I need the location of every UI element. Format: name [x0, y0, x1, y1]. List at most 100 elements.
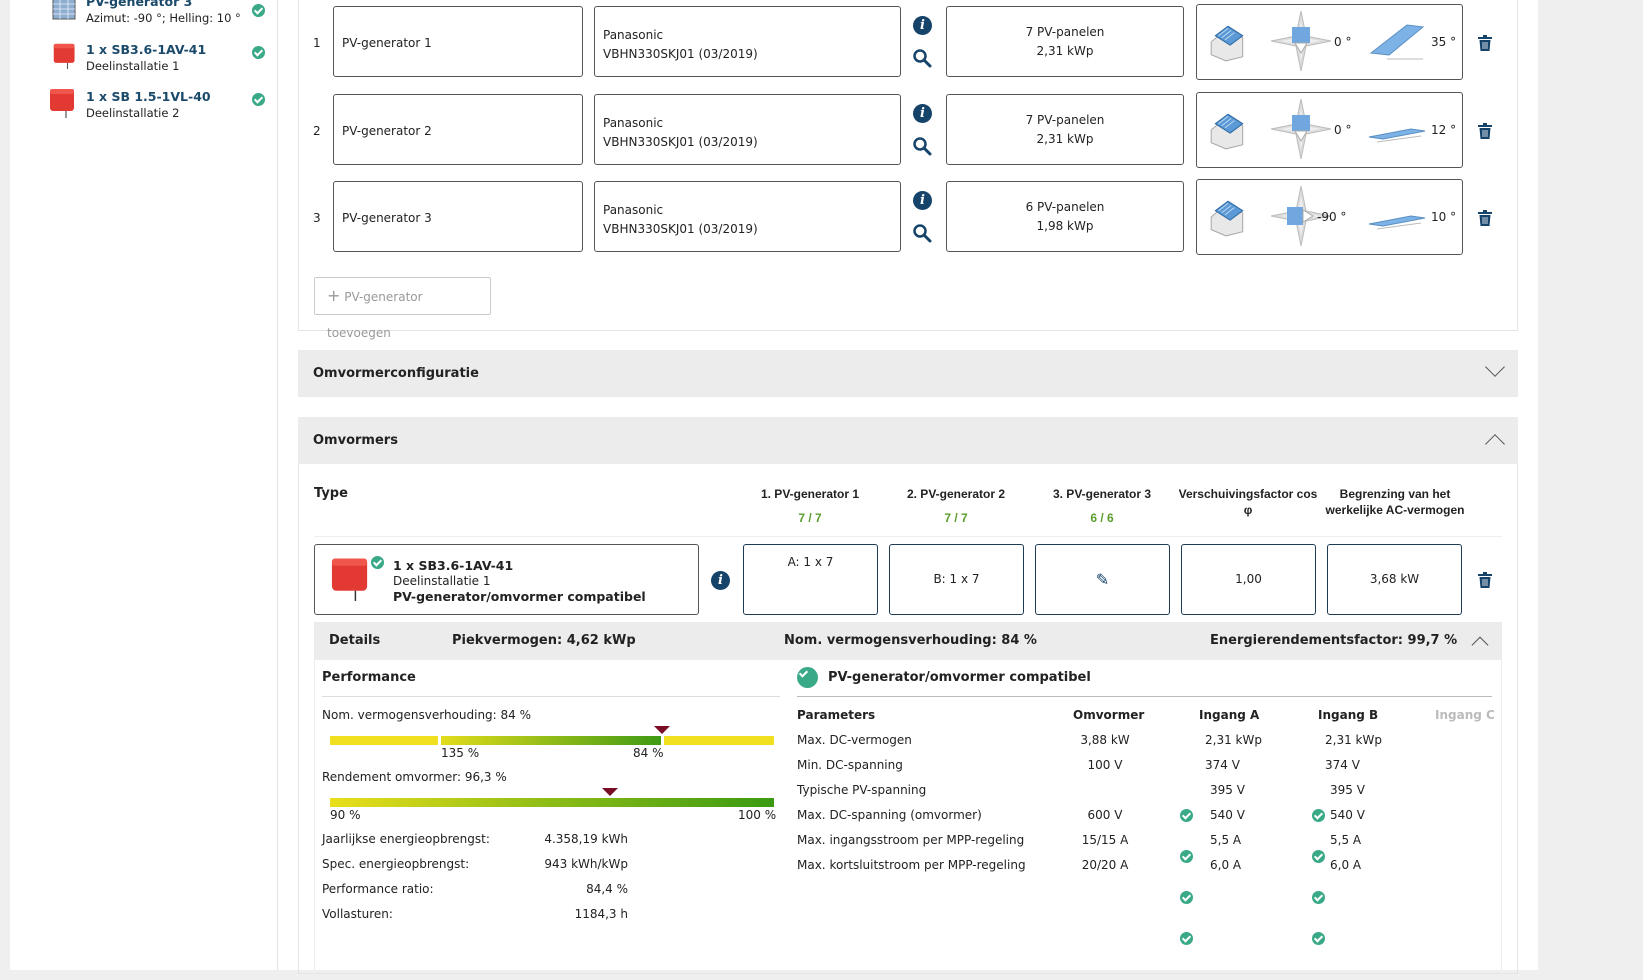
param-input-b-value: 5,5 A	[1330, 833, 1362, 847]
house-icon	[1207, 21, 1249, 63]
search-icon[interactable]	[912, 136, 932, 156]
column-header-gen1: 1. PV-generator 17 / 7	[760, 487, 860, 525]
solar-panel-icon	[52, 0, 76, 20]
input-a-header: Ingang A	[1199, 708, 1260, 722]
check-icon	[252, 4, 265, 17]
stat-value: 4.358,19 kWh	[544, 832, 628, 846]
sidebar-item-sub: Deelinstallatie 1	[86, 59, 180, 73]
inverter-header: Omvormer	[1073, 708, 1145, 722]
module-field[interactable]: Panasonic VBHN330SKJ01 (03/2019)	[594, 94, 901, 165]
efficiency-marker	[601, 788, 618, 796]
tilt-panel-icon	[1367, 196, 1427, 236]
sidebar-item-sb36[interactable]: 1 x SB3.6-1AV-41 Deelinstallatie 1	[46, 42, 276, 82]
cell-cosphi[interactable]: 1,00	[1181, 544, 1316, 615]
efficiency-bar	[330, 798, 774, 807]
param-input-b-value: 540 V	[1330, 808, 1365, 822]
param-header: Parameters	[797, 708, 876, 722]
details-label: Details	[329, 633, 381, 648]
trash-icon[interactable]	[1478, 35, 1492, 51]
check-icon	[1312, 932, 1325, 945]
sidebar-item-sub: Deelinstallatie 2	[86, 106, 180, 120]
plus-icon: +	[327, 286, 341, 305]
sidebar-item-sub: Azimut: -90 °; Helling: 10 °	[86, 11, 241, 25]
inverter-status: PV-generator/omvormer compatibel	[393, 589, 646, 604]
inverter-icon	[329, 555, 373, 603]
module-field[interactable]: Panasonic VBHN330SKJ01 (03/2019)	[594, 6, 901, 77]
cell-gen2-assignment[interactable]: B: 1 x 7	[889, 544, 1024, 615]
stat-value: 1184,3 h	[574, 907, 628, 921]
add-pv-generator-button[interactable]: + PV-generator toevoegen	[314, 277, 491, 340]
section-title: Omvormerconfiguratie	[313, 366, 479, 381]
pencil-icon[interactable]: ✎	[1096, 570, 1109, 589]
generator-name-field[interactable]: PV-generator 1	[333, 6, 583, 77]
house-icon	[1207, 109, 1249, 151]
info-icon[interactable]: i	[913, 191, 932, 210]
panels-field[interactable]: 6 PV-panelen 1,98 kWp	[946, 181, 1184, 252]
param-label: Max. ingangsstroom per MPP-regeling	[797, 833, 1025, 847]
orientation-field[interactable]: -90 ° 10 °	[1196, 179, 1463, 255]
column-header-ac-limit: Begrenzing van het werkelijke AC-vermoge…	[1325, 487, 1465, 517]
info-icon[interactable]: i	[913, 16, 932, 35]
row-number: 2	[313, 124, 321, 138]
info-icon[interactable]: i	[711, 571, 730, 590]
trash-icon[interactable]	[1478, 572, 1492, 588]
stat-label: Performance ratio:	[322, 882, 434, 896]
nominal-ratio: Nom. vermogensverhouding: 84 %	[784, 633, 1037, 648]
azimuth-value: 0 °	[1334, 35, 1352, 49]
chevron-up-icon[interactable]	[1485, 434, 1505, 454]
sidebar-item-title: 1 x SB3.6-1AV-41	[86, 42, 207, 57]
section-omvormers[interactable]: Omvormers	[298, 417, 1518, 464]
panels-field[interactable]: 7 PV-panelen 2,31 kWp	[946, 94, 1184, 165]
search-icon[interactable]	[912, 223, 932, 243]
cell-ac-limit[interactable]: 3,68 kW	[1327, 544, 1462, 615]
house-icon	[1207, 196, 1249, 238]
cell-gen1-assignment[interactable]: A: 1 x 7	[743, 544, 878, 615]
generator-name-field[interactable]: PV-generator 2	[333, 94, 583, 165]
sidebar-item-pv-generator-3[interactable]: PV-generator 3 Azimut: -90 °; Helling: 1…	[46, 0, 276, 34]
stat-label: Jaarlijkse energieopbrengst:	[322, 832, 490, 846]
section-omvormerconfiguratie[interactable]: Omvormerconfiguratie	[298, 350, 1518, 397]
param-input-a-value: 2,31 kWp	[1205, 733, 1262, 747]
details-bar[interactable]: Details Piekvermogen: 4,62 kWp Nom. verm…	[314, 622, 1502, 660]
inverter-icon	[52, 42, 78, 70]
inverter-type-box[interactable]: 1 x SB3.6-1AV-41 Deelinstallatie 1 PV-ge…	[314, 544, 699, 615]
param-label: Max. DC-vermogen	[797, 733, 912, 747]
inverter-subinstallation: Deelinstallatie 1	[393, 574, 491, 588]
check-icon	[371, 556, 384, 569]
param-inverter-value: 20/20 A	[1081, 858, 1129, 872]
column-header-gen3: 3. PV-generator 36 / 6	[1052, 487, 1152, 525]
column-header-cosphi: Verschuivingsfactor cos φ	[1178, 487, 1318, 517]
stat-label: Vollasturen:	[322, 907, 393, 921]
orientation-field[interactable]: 0 ° 35 °	[1196, 4, 1463, 80]
check-icon	[1312, 891, 1325, 904]
panels-field[interactable]: 7 PV-panelen 2,31 kWp	[946, 6, 1184, 77]
param-input-a-value: 395 V	[1210, 783, 1245, 797]
sidebar: PV-generator 3 Azimut: -90 °; Helling: 1…	[10, 0, 278, 970]
chevron-up-icon[interactable]	[1471, 636, 1489, 654]
module-field[interactable]: Panasonic VBHN330SKJ01 (03/2019)	[594, 181, 901, 252]
check-icon	[1180, 809, 1193, 822]
trash-icon[interactable]	[1478, 210, 1492, 226]
orientation-field[interactable]: 0 ° 12 °	[1196, 92, 1463, 168]
generator-name-field[interactable]: PV-generator 3	[333, 181, 583, 252]
check-icon	[252, 46, 265, 59]
param-input-a-value: 6,0 A	[1210, 858, 1242, 872]
chevron-down-icon[interactable]	[1485, 357, 1505, 377]
param-inverter-value: 600 V	[1087, 808, 1123, 822]
param-label: Max. kortsluitstroom per MPP-regeling	[797, 858, 1026, 872]
ratio-high-label: 84 %	[633, 746, 664, 760]
efficiency-label: Rendement omvormer: 96,3 %	[322, 770, 507, 784]
trash-icon[interactable]	[1478, 123, 1492, 139]
divider	[797, 696, 1492, 697]
compass-icon	[1271, 99, 1331, 159]
stat-label: Spec. energieopbrengst:	[322, 857, 470, 871]
azimuth-value: 0 °	[1334, 123, 1352, 137]
check-icon	[1180, 932, 1193, 945]
param-label: Max. DC-spanning (omvormer)	[797, 808, 982, 822]
info-icon[interactable]: i	[913, 104, 932, 123]
search-icon[interactable]	[912, 48, 932, 68]
param-inverter-value: 100 V	[1087, 758, 1123, 772]
param-label: Typische PV-spanning	[797, 783, 927, 797]
cell-gen3-assignment[interactable]: ✎	[1035, 544, 1170, 615]
sidebar-item-sb15[interactable]: 1 x SB 1.5-1VL-40 Deelinstallatie 2	[46, 89, 276, 129]
